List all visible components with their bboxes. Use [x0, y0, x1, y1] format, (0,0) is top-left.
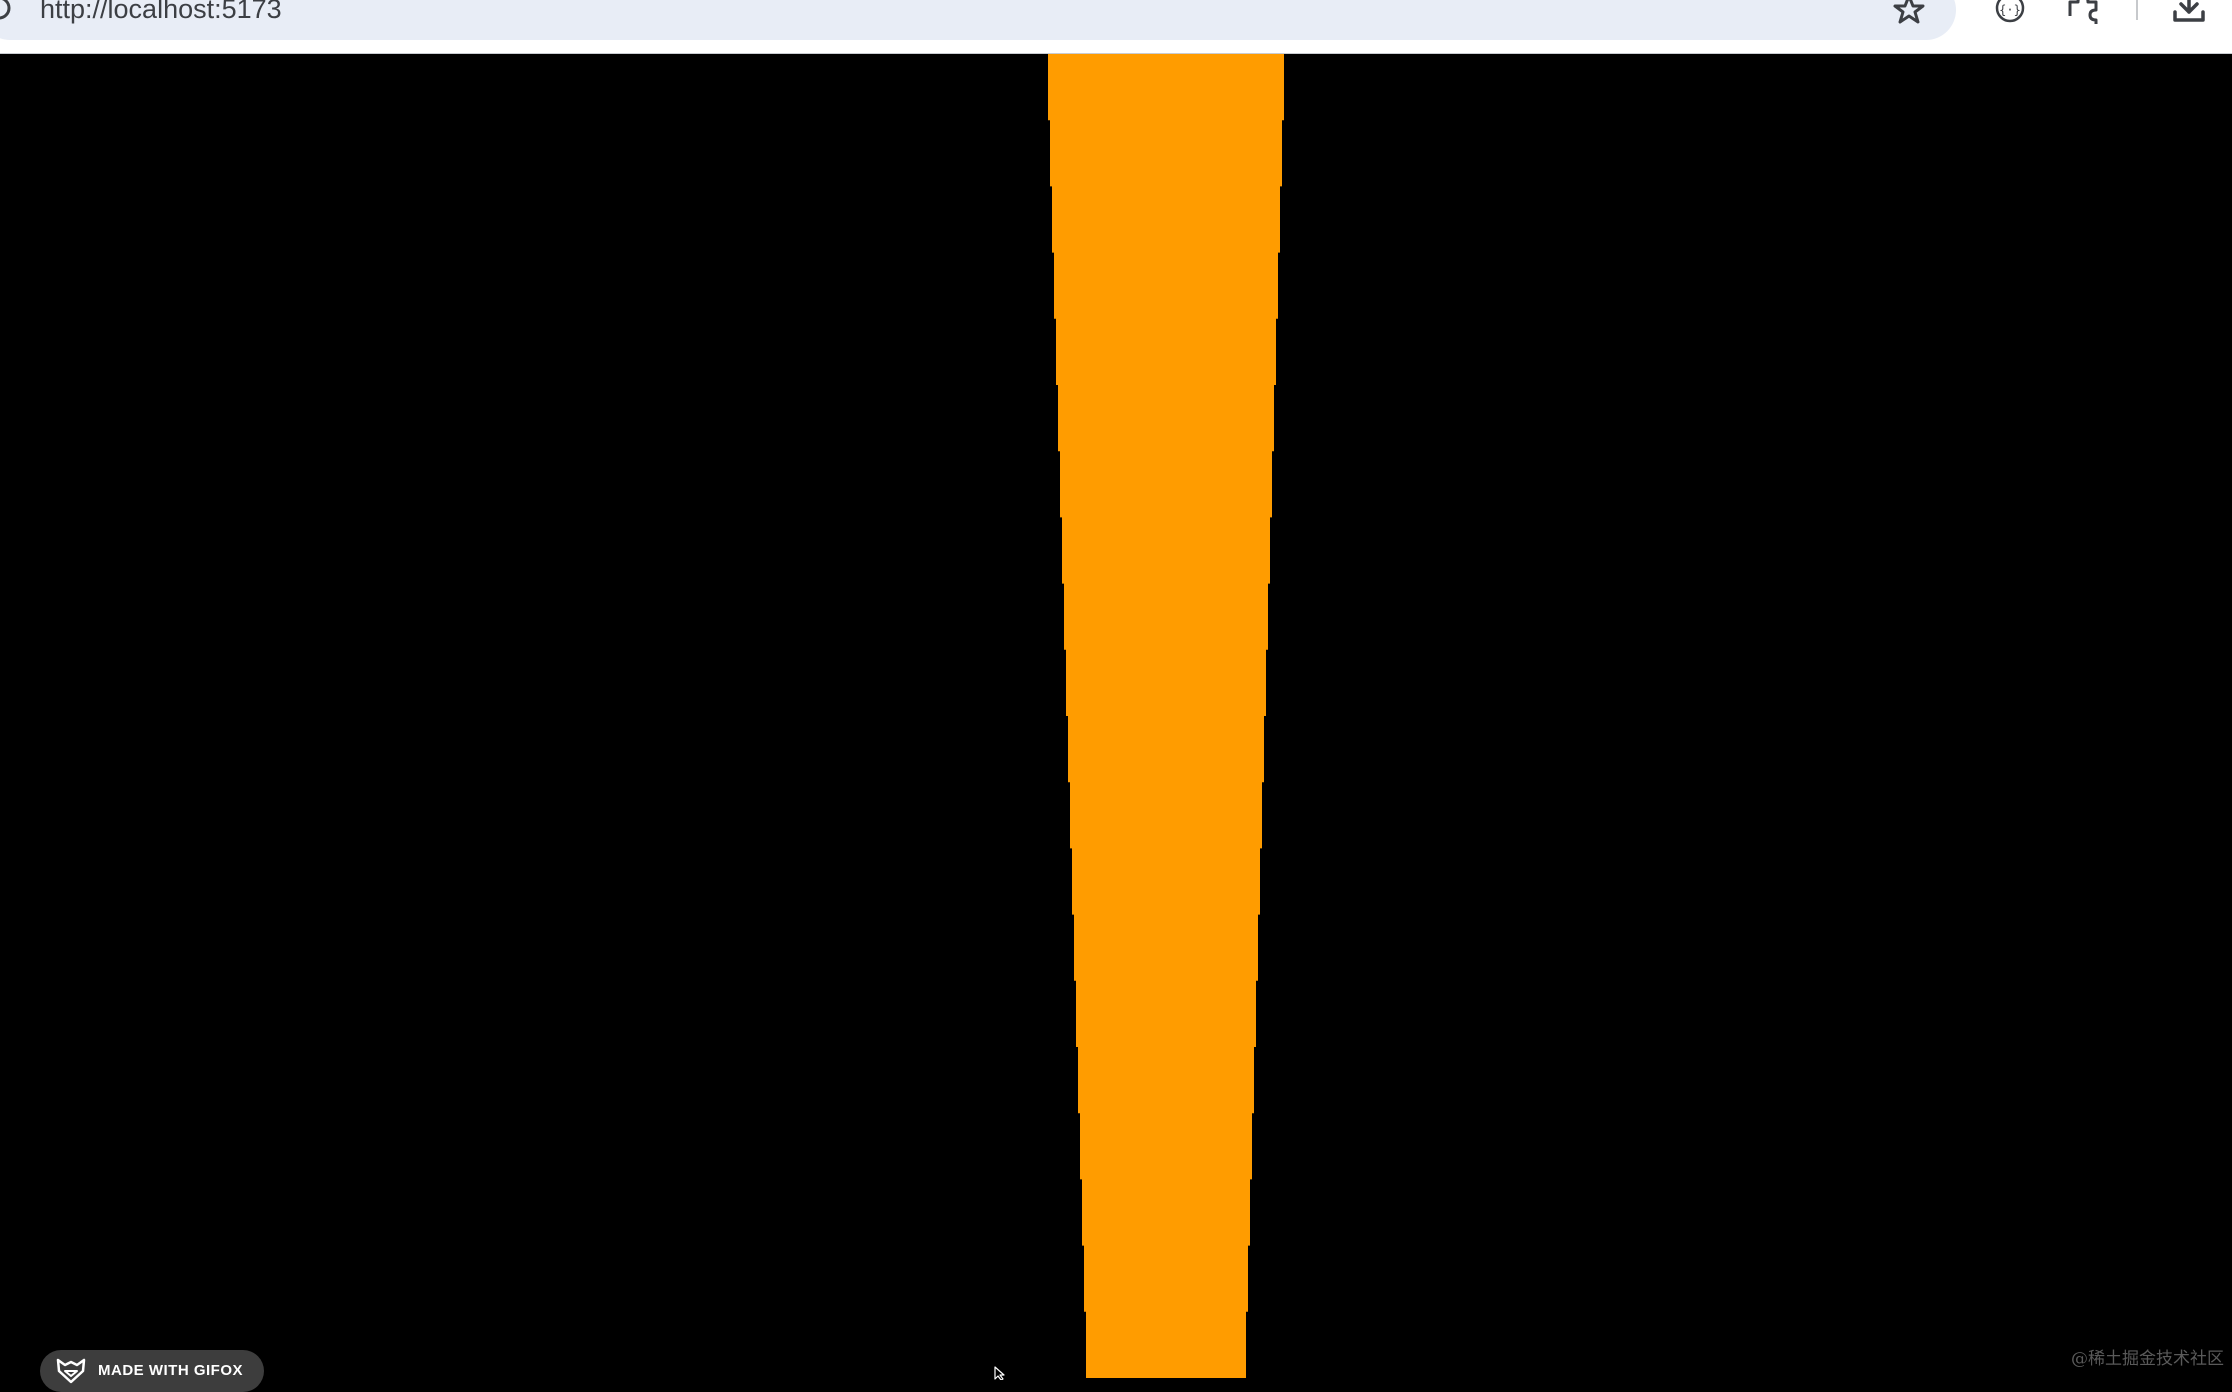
gifox-badge: MADE WITH GIFOX	[40, 1350, 264, 1392]
watermark-text: @稀土掘金技术社区	[2071, 1349, 2224, 1369]
bookmark-star-icon[interactable]	[1892, 0, 1926, 28]
address-bar[interactable]	[0, 0, 1956, 40]
orange-beam-canvas	[1048, 54, 1284, 1378]
site-info-icon[interactable]	[0, 0, 12, 26]
page-viewport: MADE WITH GIFOX	[0, 54, 2232, 1392]
toolbar-separator	[2136, 0, 2138, 20]
url-text[interactable]: http://localhost:5173	[40, 0, 282, 23]
gifox-label: MADE WITH GIFOX	[98, 1362, 243, 1379]
svg-text:{·}: {·}	[1999, 3, 2021, 17]
orange-beam	[1048, 54, 1284, 1378]
download-icon[interactable]	[2172, 0, 2206, 28]
browser-toolbar: http://localhost:5173 {·}	[0, 0, 2232, 54]
extensions-puzzle-icon[interactable]	[2066, 0, 2100, 28]
fox-logo-icon	[56, 1358, 86, 1384]
extension-icon[interactable]: {·}	[1993, 0, 2027, 28]
